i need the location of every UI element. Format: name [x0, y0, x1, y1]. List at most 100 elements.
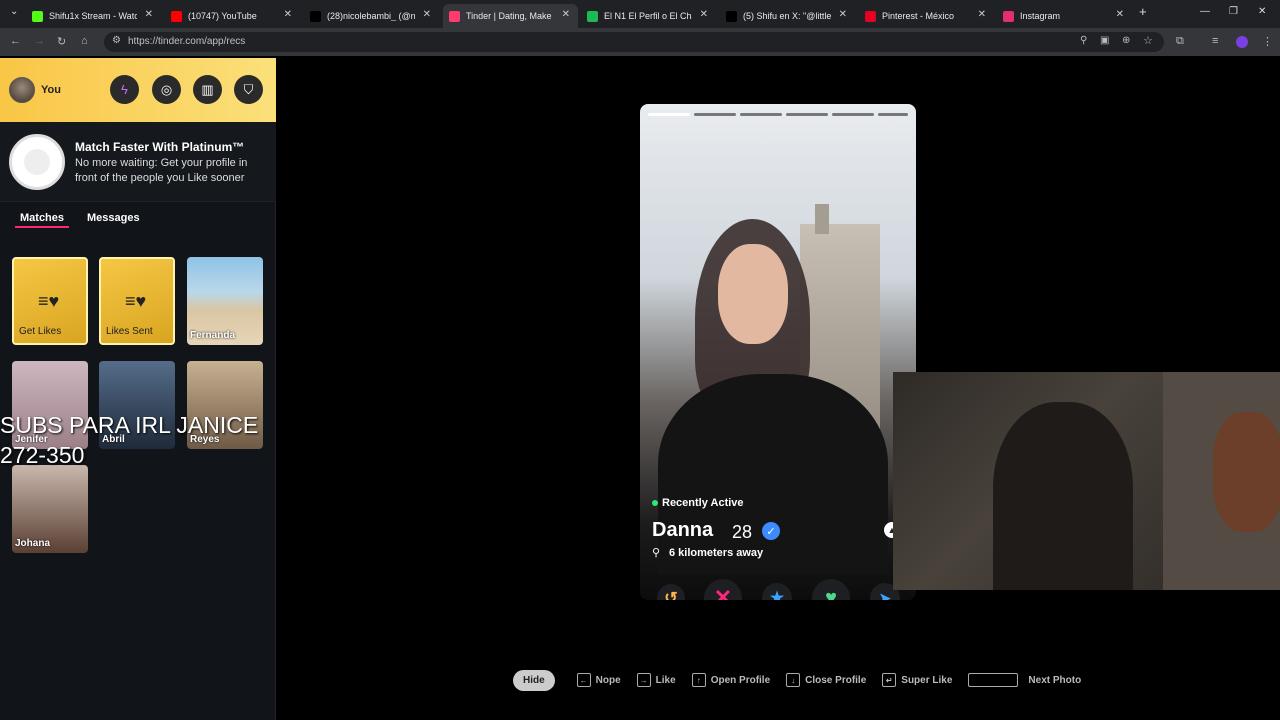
photo-progress [694, 113, 736, 116]
shortcut-close-profile: ↓ Close Profile [786, 673, 866, 687]
browser-tab[interactable]: (5) Shifu en X: "@littlecac ✕ [720, 4, 855, 28]
tiktok-icon [310, 10, 321, 22]
bookmark-star-icon[interactable]: ☆ [1143, 34, 1153, 47]
location-pin-icon: ⚲ [652, 547, 661, 559]
explore-icon[interactable]: ◎ [152, 75, 181, 104]
nope-button[interactable]: ✕ [704, 579, 742, 600]
photo-coat [658, 374, 888, 574]
shortcut-nope: ← Nope [576, 673, 621, 687]
cast-icon[interactable]: ▣ [1100, 35, 1109, 46]
close-tab-icon[interactable]: ✕ [423, 9, 431, 20]
tab-title: (10747) YouTube [188, 11, 257, 21]
shortcut-label: Open Profile [710, 674, 771, 686]
close-tab-icon[interactable]: ✕ [978, 9, 986, 20]
activity-status: Recently Active [652, 497, 744, 509]
browser-tab[interactable]: (28)nicolebambi_ (@nicol ✕ [304, 4, 439, 28]
kick-icon [32, 10, 43, 22]
user-label[interactable]: You [41, 84, 61, 96]
close-tab-icon[interactable]: ✕ [145, 9, 153, 20]
close-tab-icon[interactable]: ✕ [562, 9, 570, 20]
close-tab-icon[interactable]: ✕ [839, 9, 847, 20]
site-info-icon[interactable]: ⚙ [112, 35, 121, 46]
like-button[interactable]: ♥ [812, 579, 850, 600]
browser-tab[interactable]: Instagram ✕ [997, 4, 1132, 28]
heart-speed-icon: ≡♥ [38, 291, 60, 311]
hide-shortcuts-button[interactable]: Hide [513, 669, 555, 691]
left-arrow-key-icon: ← [576, 673, 591, 687]
photo-progress [786, 113, 828, 116]
minimize-icon[interactable]: — [1200, 6, 1210, 17]
online-dot-icon [652, 500, 658, 506]
menu-icon[interactable]: ⋮ [1262, 35, 1273, 48]
tower-spire [815, 204, 829, 234]
tab-title: El N1 El Perfil o El Cha [604, 11, 692, 21]
shortcut-next-photo: Next Photo [968, 673, 1081, 687]
forward-icon[interactable]: → [34, 35, 45, 47]
tab-search-icon[interactable]: ⌄ [10, 6, 18, 17]
spotify-icon [587, 10, 598, 22]
new-tab-button[interactable]: + [1139, 4, 1147, 19]
close-tab-icon[interactable]: ✕ [700, 9, 708, 20]
restore-icon[interactable]: ❐ [1229, 6, 1238, 17]
profile-age: 28 [732, 522, 753, 542]
webcam-doll [1213, 412, 1280, 532]
likes-sent-card[interactable]: ≡♥ Likes Sent [99, 257, 175, 345]
webcam-overlay [893, 372, 1280, 590]
address-bar[interactable]: ⚙ https://tinder.com/app/recs ⚲ ▣ ⊕ ☆ [104, 32, 1164, 52]
get-likes-card[interactable]: ≡♥ Get Likes [12, 257, 88, 345]
browser-tab-strip: ⌄ Shifu1x Stream - Watch Li✕(10747) YouT… [0, 0, 1280, 28]
promo-title: Match Faster With Platinum™ [75, 140, 245, 154]
location-icon[interactable]: ⚲ [1080, 35, 1087, 46]
back-icon[interactable]: ← [10, 35, 21, 47]
keyboard-shortcuts-bar: Hide ← Nope → Like ↑ Open Profile ↓ Close Pr… [513, 669, 1097, 691]
tab-title: Tinder | Dating, Make Frie [466, 11, 554, 21]
platinum-ring-icon [9, 134, 65, 190]
photo-progress [878, 113, 908, 116]
close-tab-icon[interactable]: ✕ [1116, 9, 1124, 20]
tab-title: (28)nicolebambi_ (@nicol [327, 11, 415, 21]
rewind-button[interactable]: ↺ [657, 584, 685, 600]
stream-overlay-text: SUBS PARA IRL JANICE 272-350 [0, 412, 259, 468]
home-icon[interactable]: ⌂ [81, 35, 88, 47]
url-text[interactable]: https://tinder.com/app/recs [128, 36, 245, 47]
verified-badge-icon: ✓ [762, 522, 780, 540]
profile-avatar[interactable] [1236, 36, 1248, 48]
status-text: Recently Active [662, 497, 744, 509]
match-card[interactable]: Johana [12, 465, 88, 553]
shortcut-label: Close Profile [805, 674, 867, 686]
tab-matches[interactable]: Matches [20, 212, 64, 224]
tab-messages[interactable]: Messages [87, 212, 140, 224]
shortcut-open-profile: ↑ Open Profile [691, 673, 771, 687]
browser-tab[interactable]: El N1 El Perfil o El Cha ✕ [581, 4, 716, 28]
zoom-icon[interactable]: ⊕ [1122, 35, 1130, 46]
extensions-icon[interactable]: ⧉ [1176, 35, 1184, 48]
close-tab-icon[interactable]: ✕ [284, 9, 292, 20]
shortcut-super-like: ↵ Super Like [882, 673, 952, 687]
tab-title: Shifu1x Stream - Watch Li [49, 11, 137, 21]
tab-title: Pinterest - México [882, 11, 955, 21]
tab-title: (5) Shifu en X: "@littlecac [743, 11, 831, 21]
browser-tab[interactable]: Shifu1x Stream - Watch Li ✕ [26, 4, 161, 28]
media-icon[interactable]: ≡ [1212, 35, 1218, 47]
youtube-icon [171, 10, 182, 22]
user-avatar[interactable] [9, 77, 35, 103]
briefcase-icon[interactable]: ▥ [193, 75, 222, 104]
platinum-promo[interactable]: Match Faster With Platinum™ No more wait… [0, 122, 276, 202]
browser-tab[interactable]: (10747) YouTube ✕ [165, 4, 300, 28]
shield-icon[interactable]: ⛉ [234, 75, 263, 104]
active-tab-indicator [15, 226, 69, 228]
matches-sidebar: You ϟ ◎ ▥ ⛉ Match Faster With Platinum™ … [0, 58, 276, 720]
browser-tab[interactable]: Pinterest - México ✕ [859, 4, 994, 28]
match-card[interactable]: Fernanda [187, 257, 263, 345]
browser-toolbar: ← → ↻ ⌂ ⚙ https://tinder.com/app/recs ⚲ … [0, 28, 1280, 56]
super-like-button[interactable]: ★ [762, 583, 792, 600]
get-likes-label: Get Likes [19, 326, 62, 337]
profile-card[interactable]: Recently Active Danna 28 ✓ ⚲ 6 kilometer… [640, 104, 916, 600]
close-window-icon[interactable]: ✕ [1258, 6, 1266, 17]
boost-icon[interactable]: ϟ [110, 75, 139, 104]
space-key-icon [968, 673, 1019, 687]
photo-progress [832, 113, 874, 116]
reload-icon[interactable]: ↻ [57, 35, 66, 48]
browser-tab[interactable]: Tinder | Dating, Make Frie ✕ [443, 4, 578, 28]
right-arrow-key-icon: → [636, 673, 651, 687]
